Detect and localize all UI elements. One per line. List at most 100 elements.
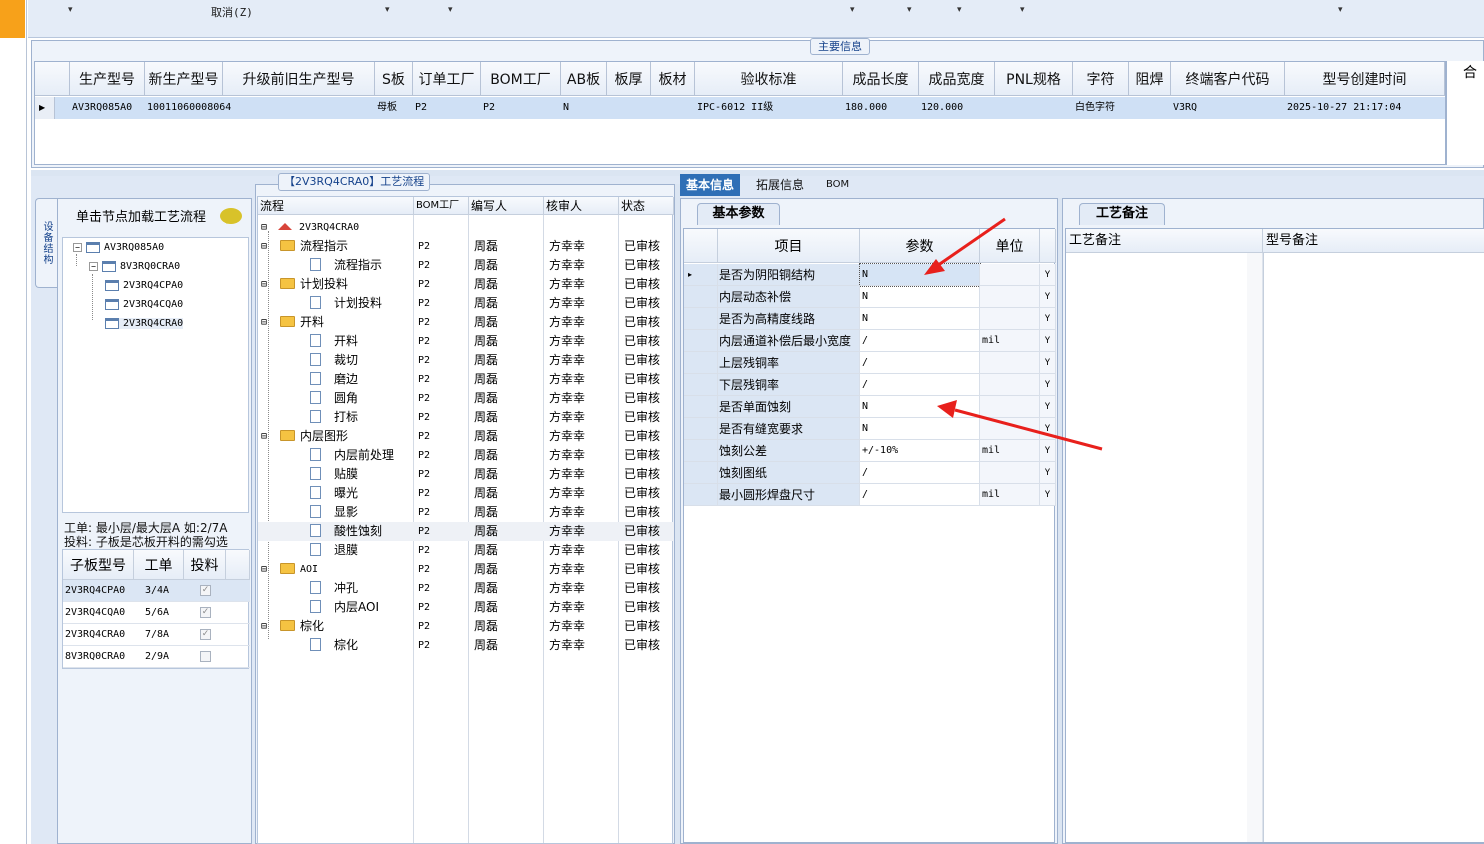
- param-value[interactable]: N: [860, 418, 980, 440]
- table-row[interactable]: 是否为高精度线路 N Y: [684, 308, 1056, 330]
- table-cell[interactable]: [995, 97, 1073, 119]
- column-header[interactable]: 生产型号: [70, 62, 145, 96]
- column-header[interactable]: 成品宽度: [919, 62, 995, 96]
- tab-basic-params[interactable]: 基本参数: [697, 203, 780, 225]
- row-selector-icon[interactable]: ▶: [35, 97, 55, 119]
- column-header[interactable]: 新生产型号: [145, 62, 223, 96]
- table-cell[interactable]: [223, 97, 375, 119]
- row-selector[interactable]: [684, 462, 718, 484]
- column-header[interactable]: 状态: [619, 197, 674, 215]
- column-header[interactable]: 投料: [184, 550, 226, 580]
- vertical-scrollbar[interactable]: [1247, 253, 1263, 842]
- table-row[interactable]: 开料 P2 周磊 方幸幸 已审核: [258, 332, 674, 351]
- row-selector[interactable]: [684, 440, 718, 462]
- column-header[interactable]: 阻焊: [1129, 62, 1171, 96]
- column-header[interactable]: S板: [375, 62, 413, 96]
- collapse-icon[interactable]: −: [73, 243, 82, 252]
- dropdown-arrow-icon[interactable]: ▾: [957, 5, 962, 15]
- table-row[interactable]: 2V3RQ4CPA0 3/4A ✓: [63, 580, 250, 602]
- param-value[interactable]: /: [860, 374, 980, 396]
- tree-node[interactable]: 2V3RQ4CQA0: [105, 299, 183, 310]
- table-row[interactable]: 蚀刻图纸 / Y: [684, 462, 1056, 484]
- table-row[interactable]: 最小圆形焊盘尺寸 / mil Y: [684, 484, 1056, 506]
- checkbox[interactable]: [200, 651, 211, 662]
- dropdown-arrow-icon[interactable]: ▾: [68, 5, 73, 15]
- table-row[interactable]: 退膜 P2 周磊 方幸幸 已审核: [258, 541, 674, 560]
- row-selector[interactable]: [684, 418, 718, 440]
- collapse-icon[interactable]: ⊟: [261, 617, 267, 636]
- table-row[interactable]: 贴膜 P2 周磊 方幸幸 已审核: [258, 465, 674, 484]
- param-value[interactable]: /: [860, 352, 980, 374]
- table-row[interactable]: 内层动态补偿 N Y: [684, 286, 1056, 308]
- checkbox[interactable]: ✓: [200, 585, 211, 596]
- tab-process-notes[interactable]: 工艺备注: [1079, 203, 1165, 225]
- table-row[interactable]: 酸性蚀刻 P2 周磊 方幸幸 已审核: [258, 522, 674, 541]
- dropdown-arrow-icon[interactable]: ▾: [1020, 5, 1025, 15]
- table-cell[interactable]: 180.000: [843, 97, 919, 119]
- column-header[interactable]: 参数: [860, 229, 980, 263]
- column-header[interactable]: 子板型号: [63, 550, 134, 580]
- table-row[interactable]: 磨边 P2 周磊 方幸幸 已审核: [258, 370, 674, 389]
- row-selector[interactable]: [684, 396, 718, 418]
- table-cell[interactable]: P2: [413, 97, 481, 119]
- column-header[interactable]: 型号备注: [1263, 229, 1484, 253]
- table-row[interactable]: 2V3RQ4CRA0 7/8A ✓: [63, 624, 250, 646]
- table-row[interactable]: 曝光 P2 周磊 方幸幸 已审核: [258, 484, 674, 503]
- column-header[interactable]: 订单工厂: [413, 62, 481, 96]
- dropdown-arrow-icon[interactable]: ▾: [1338, 5, 1343, 15]
- table-cell[interactable]: IPC-6012 II级: [695, 97, 843, 119]
- table-row[interactable]: 是否有缝宽要求 N Y: [684, 418, 1056, 440]
- column-header[interactable]: 板厚: [607, 62, 651, 96]
- flow-root-row[interactable]: ⊟ 2V3RQ4CRA0: [258, 218, 674, 237]
- param-value[interactable]: /: [860, 462, 980, 484]
- collapse-icon[interactable]: −: [89, 262, 98, 271]
- column-header[interactable]: 终端客户代码: [1171, 62, 1285, 96]
- table-row[interactable]: ⊟ 计划投料 P2 周磊 方幸幸 已审核: [258, 275, 674, 294]
- dropdown-arrow-icon[interactable]: ▾: [448, 5, 453, 15]
- table-cell[interactable]: 10011060008064: [145, 97, 231, 119]
- collapse-icon[interactable]: ⊟: [261, 275, 267, 294]
- table-row[interactable]: 2V3RQ4CQA0 5/6A ✓: [63, 602, 250, 624]
- table-row[interactable]: 裁切 P2 周磊 方幸幸 已审核: [258, 351, 674, 370]
- param-value[interactable]: N: [860, 396, 980, 418]
- table-cell[interactable]: V3RQ: [1171, 97, 1285, 119]
- column-header[interactable]: BOM工厂: [481, 62, 561, 96]
- tab-extended-info[interactable]: 拓展信息: [750, 174, 810, 196]
- dropdown-arrow-icon[interactable]: ▾: [907, 5, 912, 15]
- table-cell[interactable]: N: [561, 97, 607, 119]
- table-row[interactable]: 上层残铜率 / Y: [684, 352, 1056, 374]
- side-tab-structure[interactable]: 设备结构: [35, 198, 57, 288]
- table-row[interactable]: 蚀刻公差 +/-10% mil Y: [684, 440, 1056, 462]
- table-cell[interactable]: [607, 97, 651, 119]
- column-header[interactable]: 升级前旧生产型号: [223, 62, 375, 96]
- column-header[interactable]: PNL规格: [995, 62, 1073, 96]
- param-value[interactable]: N: [860, 286, 980, 308]
- column-header[interactable]: 工艺备注: [1066, 229, 1263, 253]
- table-cell[interactable]: 白色字符: [1073, 97, 1129, 119]
- dropdown-arrow-icon[interactable]: ▾: [385, 5, 390, 15]
- param-value[interactable]: +/-10%: [860, 440, 980, 462]
- row-selector[interactable]: [684, 286, 718, 308]
- column-header[interactable]: 成品长度: [843, 62, 919, 96]
- column-header[interactable]: 编写人: [469, 197, 544, 215]
- column-header[interactable]: 流程: [258, 197, 414, 215]
- table-cell[interactable]: [1129, 97, 1171, 119]
- table-row[interactable]: 计划投料 P2 周磊 方幸幸 已审核: [258, 294, 674, 313]
- column-header[interactable]: AB板: [561, 62, 607, 96]
- table-row[interactable]: 内层通道补偿后最小宽度 / mil Y: [684, 330, 1056, 352]
- collapse-icon[interactable]: ⊟: [261, 218, 267, 237]
- table-row[interactable]: 圆角 P2 周磊 方幸幸 已审核: [258, 389, 674, 408]
- column-header[interactable]: 核审人: [544, 197, 619, 215]
- tree-node-selected[interactable]: 2V3RQ4CRA0: [105, 318, 184, 329]
- column-header[interactable]: BOM工厂: [414, 197, 469, 215]
- row-selector[interactable]: ▸: [684, 264, 718, 286]
- table-row[interactable]: 下层残铜率 / Y: [684, 374, 1056, 396]
- table-row[interactable]: 内层前处理 P2 周磊 方幸幸 已审核: [258, 446, 674, 465]
- table-row[interactable]: ⊟ 内层图形 P2 周磊 方幸幸 已审核: [258, 427, 674, 446]
- collapse-icon[interactable]: ⊟: [261, 237, 267, 256]
- tab-bom[interactable]: BOM: [820, 174, 855, 196]
- checkbox[interactable]: ✓: [200, 629, 211, 640]
- table-cell[interactable]: 母板: [375, 97, 413, 119]
- table-row[interactable]: ▸ 是否为阴阳铜结构 N Y: [684, 263, 1056, 287]
- comment-bubble-icon[interactable]: [220, 208, 242, 224]
